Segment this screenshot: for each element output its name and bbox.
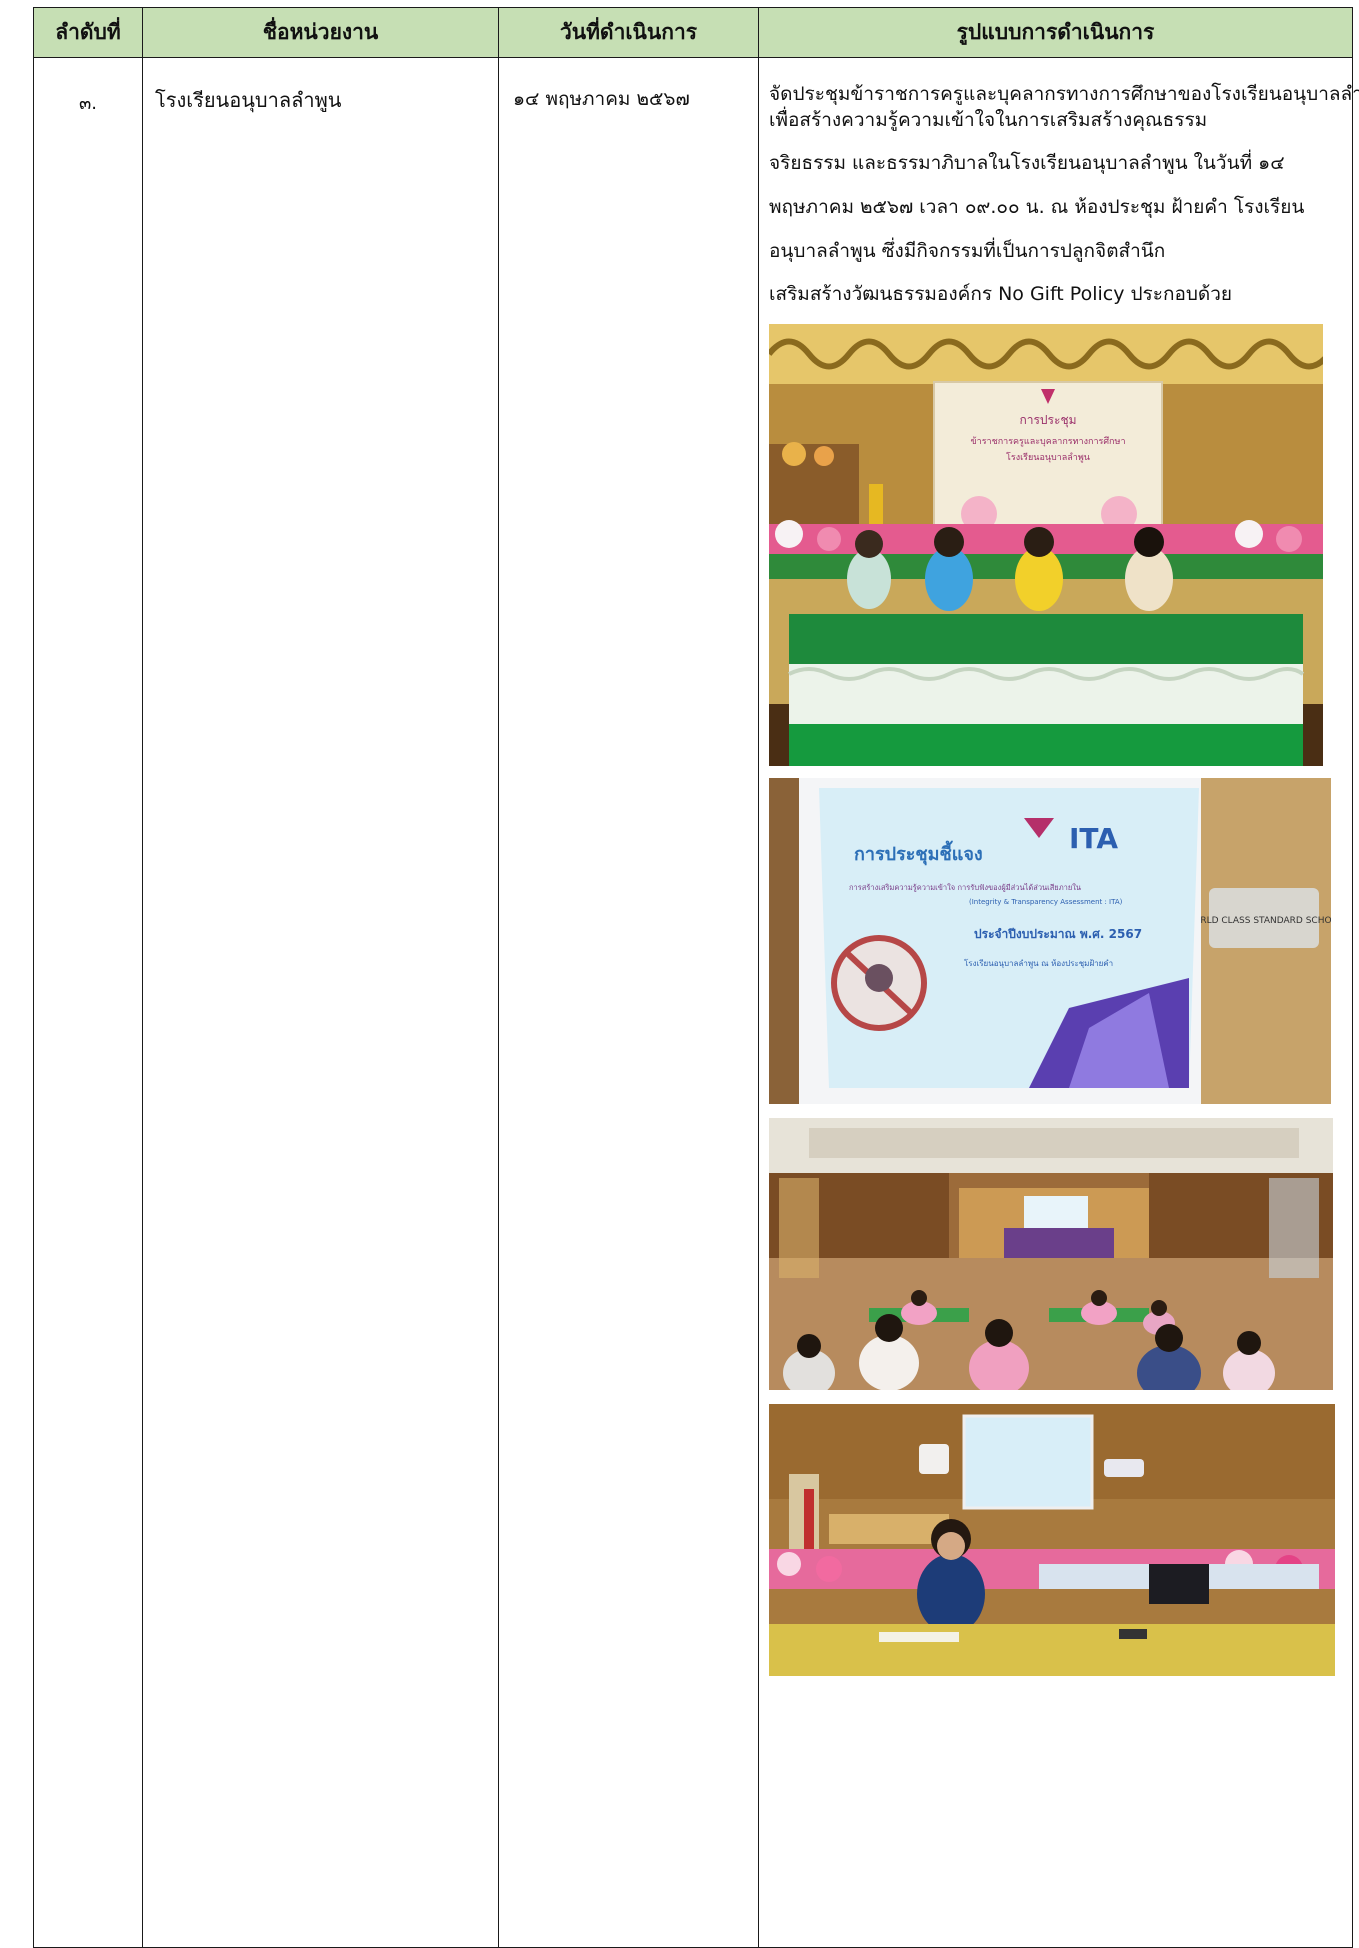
operation-format: จัดประชุมข้าราชการครูและบุคลากรทางการศึก… <box>758 57 1359 1948</box>
screen-line1: ข้าราชการครูและบุคลากรทางการศึกษา <box>971 436 1126 447</box>
report-table: ลำดับที่ ชื่อหน่วยงาน วันที่ดำเนินการ รู… <box>33 7 1359 1948</box>
row-number: ๓. <box>33 57 143 1948</box>
description-line: พฤษภาคม ๒๕๖๗ เวลา ๐๙.๐๐ น. ณ ห้องประชุม … <box>769 195 1305 218</box>
header-date: วันที่ดำเนินการ <box>498 7 759 58</box>
meeting-photo-panel: การประชุม ข้าราชการครูและบุคลากรทางการศึ… <box>769 323 1323 766</box>
header-no: ลำดับที่ <box>33 7 143 58</box>
slide-year: ประจำปีงบประมาณ พ.ศ. 2567 <box>974 927 1142 941</box>
description-line: จริยธรรม และธรรมาภิบาลในโรงเรียนอนุบาลลำ… <box>769 152 1285 175</box>
presenter-photo <box>769 1403 1335 1676</box>
header-row: ลำดับที่ ชื่อหน่วยงาน วันที่ดำเนินการ รู… <box>33 7 1353 58</box>
header-format: รูปแบบการดำเนินการ <box>758 7 1353 58</box>
meeting-room-photo <box>769 1117 1333 1390</box>
screen-line2: โรงเรียนอนุบาลลำพูน <box>1006 452 1090 463</box>
operation-date: ๑๔ พฤษภาคม ๒๕๖๗ <box>498 57 759 1948</box>
screen-title: การประชุม <box>1019 413 1076 428</box>
description-line: อนุบาลลำพูน ซึ่งมีกิจกรรมที่เป็นการปลูกจ… <box>769 239 1166 262</box>
ita-logo-text: ITA <box>1069 822 1118 855</box>
unit-name: โรงเรียนอนุบาลลำพูน <box>142 57 499 1948</box>
table-row: ๓. โรงเรียนอนุบาลลำพูน ๑๔ พฤษภาคม ๒๕๖๗ จ… <box>33 57 1359 1948</box>
slide-sub1: การสร้างเสริมความรู้ความเข้าใจ การรับฟัง… <box>849 883 1081 892</box>
ita-slide-photo: WORLD CLASS STANDARD SCHOOL การประชุมชี้… <box>769 777 1331 1104</box>
description-line: เพื่อสร้างความรู้ความเข้าใจในการเสริมสร้… <box>769 108 1208 131</box>
slide-sub2: (Integrity & Transparency Assessment : I… <box>969 898 1123 906</box>
logo-text: WORLD CLASS STANDARD SCHOOL <box>1184 916 1331 926</box>
description-line: จัดประชุมข้าราชการครูและบุคลากรทางการศึก… <box>769 83 1359 105</box>
header-unit: ชื่อหน่วยงาน <box>142 7 499 58</box>
slide-title: การประชุมชี้แจง <box>854 840 983 866</box>
description-line: เสริมสร้างวัฒนธรรมองค์กร No Gift Policy … <box>769 283 1233 306</box>
slide-venue: โรงเรียนอนุบาลลำพูน ณ ห้องประชุมฝ้ายคำ <box>964 958 1113 969</box>
